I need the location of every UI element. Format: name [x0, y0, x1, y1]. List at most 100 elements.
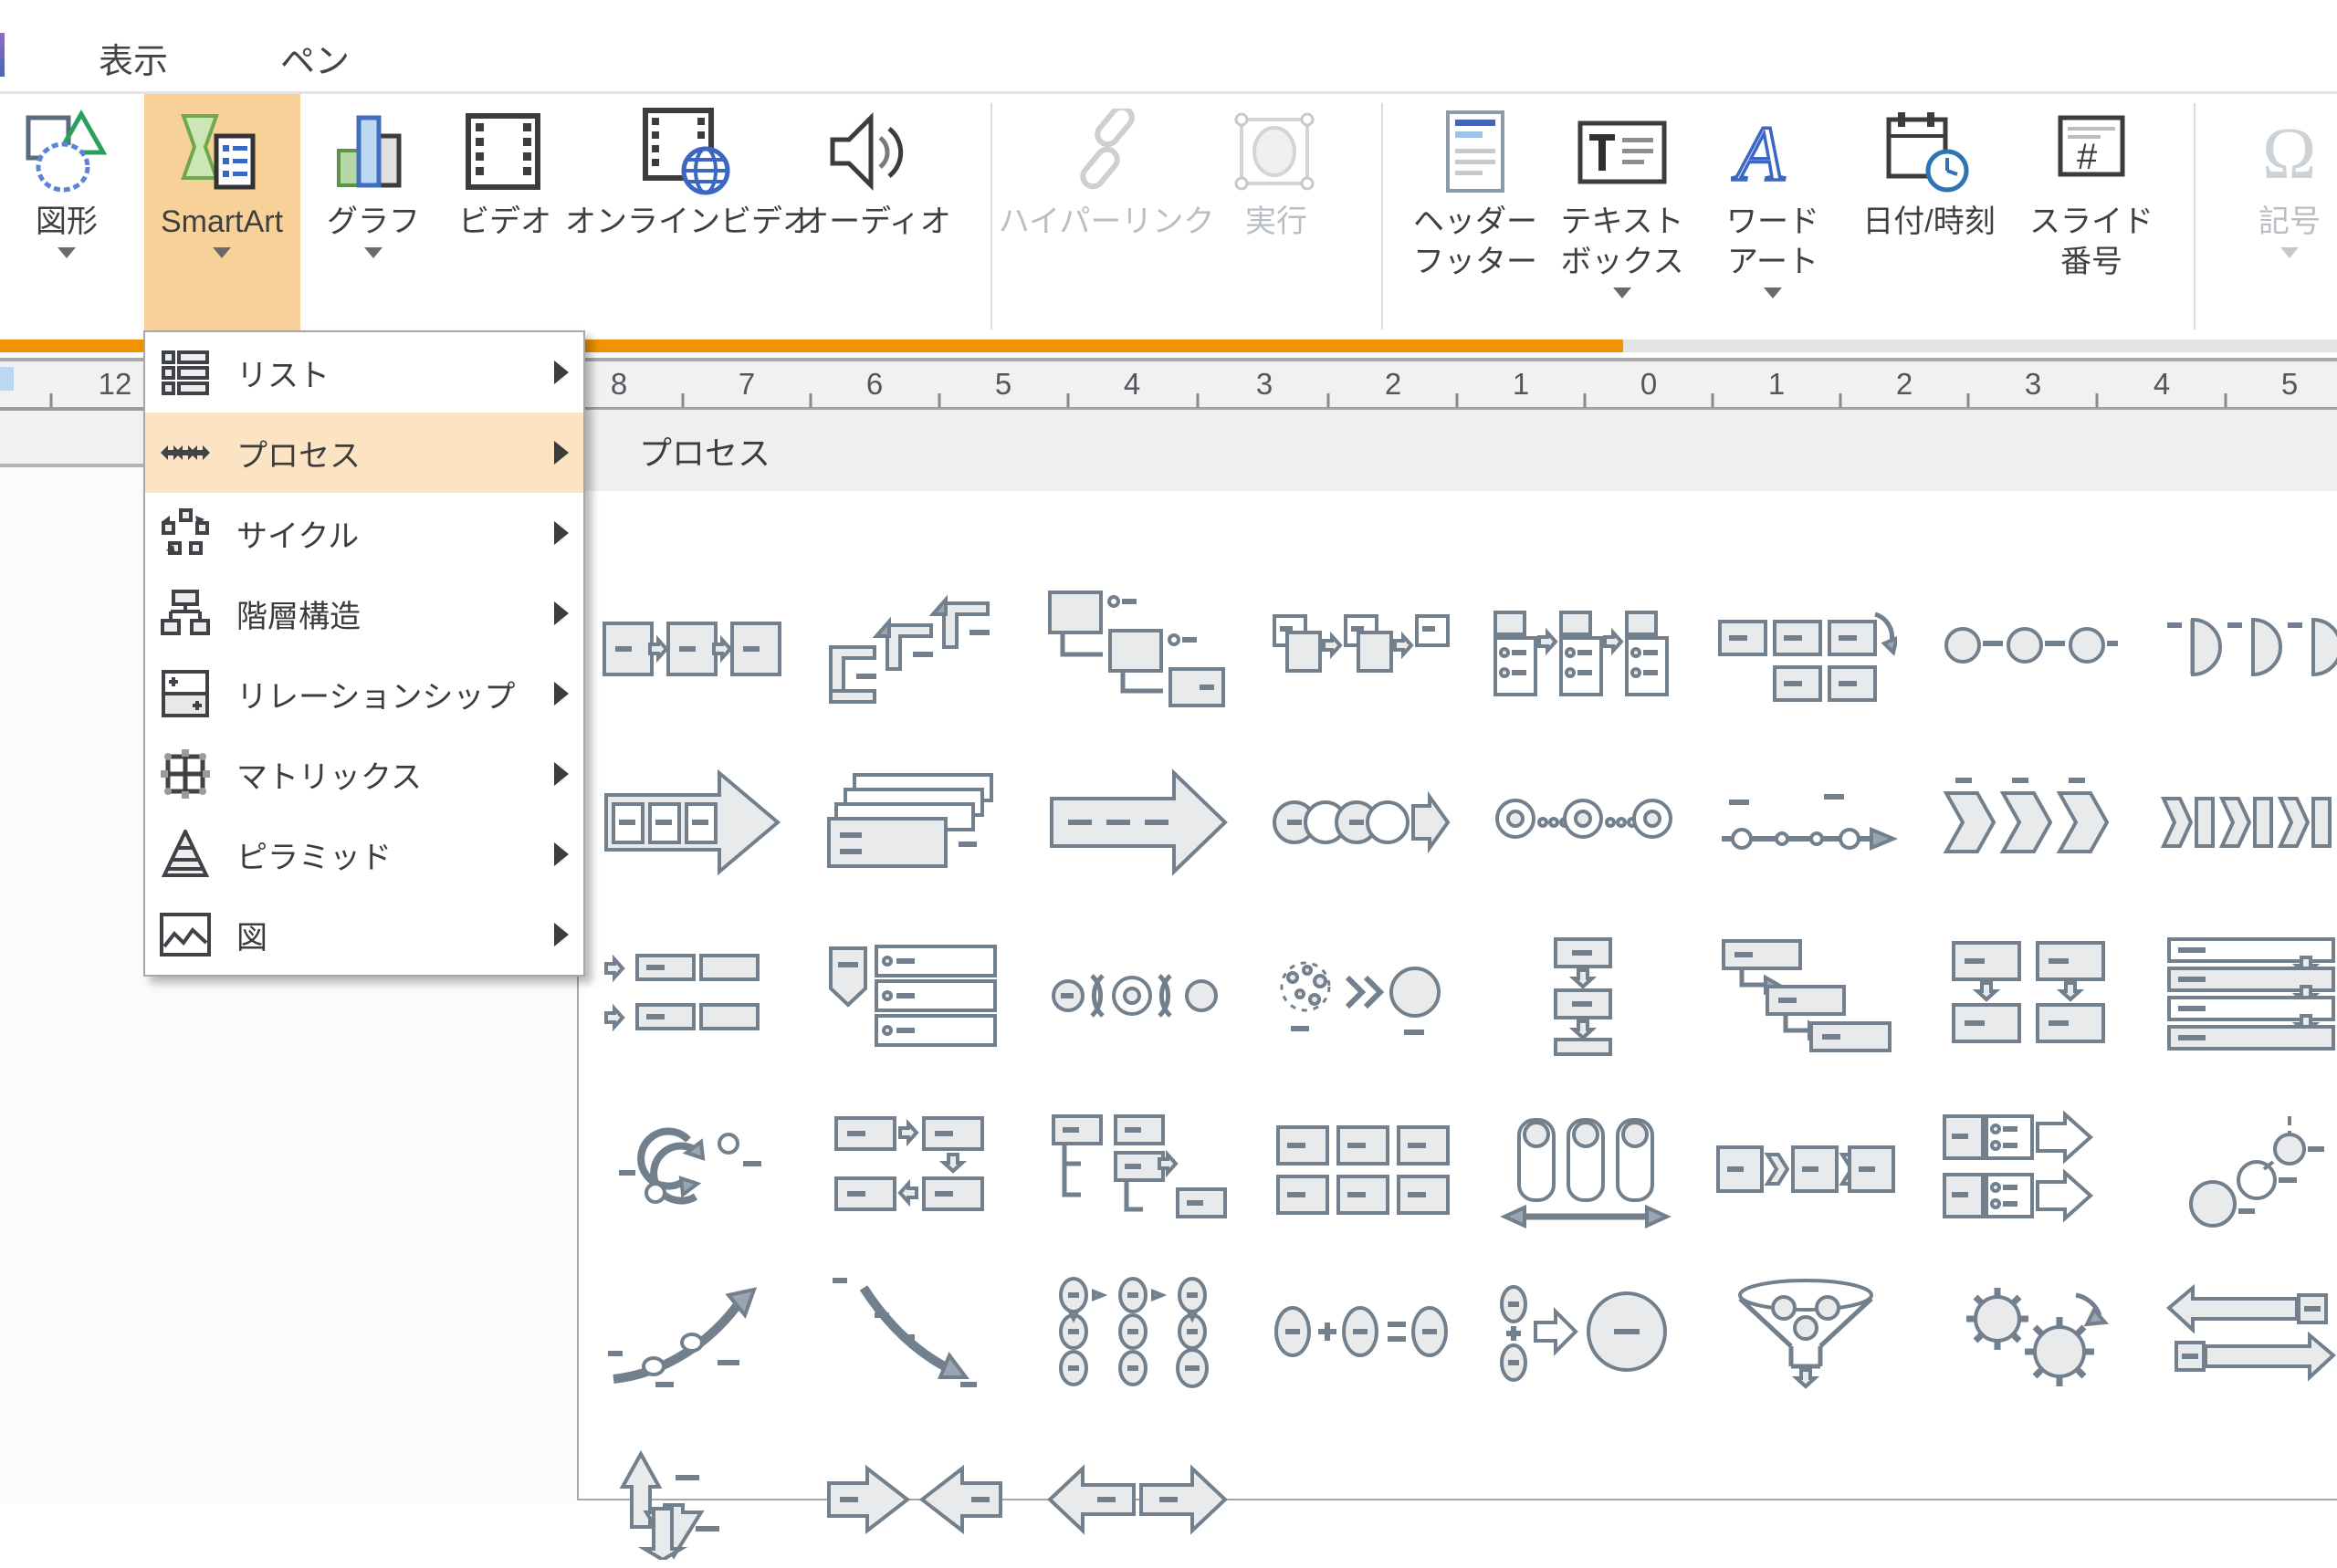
relationship-icon	[158, 669, 213, 718]
menu-item-hierarchy[interactable]: 階層構造	[145, 573, 583, 653]
smartart-thumbnail-equation[interactable]	[1264, 1263, 1456, 1400]
smartart-thumbnail-parenCircles[interactable]	[1042, 927, 1233, 1064]
menu-item-cycle[interactable]: サイクル	[145, 493, 583, 573]
smartart-thumbnail-boxDownArrow[interactable]	[1710, 927, 1902, 1064]
ruler-tick	[938, 393, 941, 407]
ribbon-button-header-footer[interactable]: ヘッダーフッター	[1411, 94, 1539, 339]
smartart-thumbnail-updown[interactable]	[596, 1431, 788, 1568]
menu-item-label: サイクル	[236, 511, 359, 556]
smartart-dropdown-menu: リストプロセスサイクル階層構造リレーションシップマトリックスピラミッド図	[143, 330, 585, 977]
ruler-number: 6	[866, 367, 883, 402]
ribbon-button-online-video[interactable]: オンラインビデオ	[575, 94, 803, 339]
smartart-thumbnail-chainArrow[interactable]	[1264, 754, 1456, 891]
ruler-tick	[50, 393, 53, 407]
ribbon-button-text-box[interactable]: テキストボックス	[1558, 94, 1686, 339]
menu-item-label: 図	[236, 913, 267, 957]
submenu-arrow-icon	[554, 923, 569, 946]
smartart-thumbnail-grid6[interactable]	[1264, 1101, 1456, 1238]
smartart-thumbnail-stripedRows[interactable]	[2155, 927, 2337, 1064]
smartart-thumbnail-dustCircle[interactable]	[1264, 927, 1456, 1064]
menu-item-process[interactable]: プロセス	[145, 413, 583, 493]
smartart-thumbnail-boxes3[interactable]	[596, 580, 788, 717]
smartart-thumbnail-vstackArrows[interactable]	[1487, 927, 1679, 1064]
ribbon-button-symbol: Ω記号	[2235, 94, 2337, 339]
smartart-thumbnail-gears[interactable]	[1933, 1263, 2124, 1400]
ribbon-button-smartart[interactable]: SmartArt	[144, 94, 300, 339]
smartart-thumbnail-halfMoons[interactable]	[2155, 580, 2337, 717]
ruler-number: 3	[2025, 367, 2041, 402]
smartart-thumbnail-opposeArrows[interactable]	[2155, 1263, 2337, 1400]
ribbon-button-label: 実行	[1245, 202, 1307, 242]
smartart-thumbnail-circBend[interactable]	[1710, 580, 1902, 717]
smartart-thumbnail-timeline[interactable]	[1710, 754, 1902, 891]
smartart-thumbnail-layers[interactable]	[819, 754, 1011, 891]
ribbon-button-video[interactable]: ビデオ	[452, 94, 558, 339]
smartart-thumbnail-capsules[interactable]	[1487, 1101, 1679, 1238]
smartart-thumbnail-circleDiag[interactable]	[2155, 1101, 2337, 1238]
smartart-thumbnail-diverge[interactable]	[1042, 1431, 1233, 1568]
word-art-icon: A	[1731, 105, 1815, 200]
smartart-thumbnail-treeRight[interactable]	[1042, 1101, 1233, 1238]
smartart-thumbnail-converge[interactable]	[819, 1431, 1011, 1568]
ribbon-button-shapes[interactable]: 図形	[8, 94, 125, 339]
dropdown-arrow-icon	[1764, 287, 1782, 298]
action-icon	[1231, 105, 1322, 200]
menu-item-matrix[interactable]: マトリックス	[145, 734, 583, 814]
smartart-thumbnail-ringsRow[interactable]	[1487, 754, 1679, 891]
smartart-thumbnail-funnel[interactable]	[1710, 1263, 1902, 1400]
submenu-arrow-icon	[554, 361, 569, 384]
smartart-thumbnail-plusCircle[interactable]	[1487, 1263, 1679, 1400]
smartart-thumbnail-swooshUp[interactable]	[596, 1263, 788, 1400]
smartart-thumbnail-bigArrow[interactable]	[1042, 754, 1233, 891]
smartart-thumbnail-swooshDown[interactable]	[819, 1263, 1011, 1400]
ribbon-separator	[1381, 103, 1383, 329]
menu-item-relationship[interactable]: リレーションシップ	[145, 653, 583, 734]
smartart-thumbnail-chevrons[interactable]	[1933, 754, 2124, 891]
smartart-thumbnail-stepUp[interactable]	[819, 580, 1011, 717]
smartart-thumbnail-ellipseGrid[interactable]	[1042, 1263, 1233, 1400]
smartart-thumbnail-swirl[interactable]	[596, 1101, 788, 1238]
ribbon-button-audio[interactable]: オーディオ	[797, 94, 952, 339]
menu-item-list[interactable]: リスト	[145, 332, 583, 413]
ribbon-button-date-time[interactable]: 日付/時刻	[1847, 94, 2011, 339]
ruler-tick	[1584, 393, 1587, 407]
submenu-arrow-icon	[554, 842, 569, 866]
ribbon-button-hyperlink: ハイパーリンク	[1006, 94, 1207, 339]
ribbon-separator	[2194, 103, 2196, 329]
menu-item-pyramid[interactable]: ピラミッド	[145, 814, 583, 894]
smartart-thumbnail-gridArrows[interactable]	[1933, 927, 2124, 1064]
smartart-thumbnail-vlistChevron[interactable]	[819, 927, 1011, 1064]
smartart-thumbnail-boxListArrow[interactable]	[1933, 1101, 2124, 1238]
ribbon-button-word-art[interactable]: Aワードアート	[1713, 94, 1832, 339]
ruler-tick	[1067, 393, 1070, 407]
shapes-icon	[23, 105, 110, 200]
ribbon-button-label: SmartArt	[161, 202, 283, 242]
text-box-icon	[1577, 105, 1668, 200]
smartart-thumbnail-boxesDown[interactable]	[819, 1101, 1011, 1238]
ribbon-button-label: グラフ	[327, 202, 420, 242]
menu-item-label: リレーションシップ	[236, 672, 515, 716]
smartart-thumbnail-arrowBars[interactable]	[596, 927, 788, 1064]
smartart-thumbnail-descend[interactable]	[1042, 580, 1233, 717]
window-edge-decoration	[0, 33, 5, 77]
smartart-thumbnail-chevBars[interactable]	[2155, 754, 2337, 891]
ruler-tick	[2225, 393, 2227, 407]
ribbon-button-action: 実行	[1217, 94, 1336, 339]
smartart-thumbnail-arrowBoxes[interactable]	[596, 754, 788, 891]
svg-text:#: #	[2077, 137, 2098, 177]
ribbon-button-label: テキストボックス	[1561, 202, 1684, 282]
ribbon-button-slide-number[interactable]: #スライド番号	[2028, 94, 2155, 339]
smartart-thumbnail-boxChevrons[interactable]	[1710, 1101, 1902, 1238]
menu-tab-pen[interactable]: ペン	[280, 33, 350, 83]
ruler-number: 5	[995, 367, 1011, 402]
dropdown-arrow-icon	[58, 247, 76, 258]
smartart-thumbnail-altBoxes[interactable]	[1264, 580, 1456, 717]
menu-tab-view[interactable]: 表示	[99, 33, 168, 83]
ruler-indent-marker[interactable]	[0, 367, 14, 391]
smartart-thumbnail-pairList[interactable]	[1487, 580, 1679, 717]
menu-item-picture[interactable]: 図	[145, 894, 583, 975]
ribbon-button-chart[interactable]: グラフ	[320, 94, 427, 339]
smartart-thumbnail-circleDash[interactable]	[1933, 580, 2124, 717]
ruler-tick	[1327, 393, 1330, 407]
svg-text:A: A	[1732, 110, 1785, 196]
